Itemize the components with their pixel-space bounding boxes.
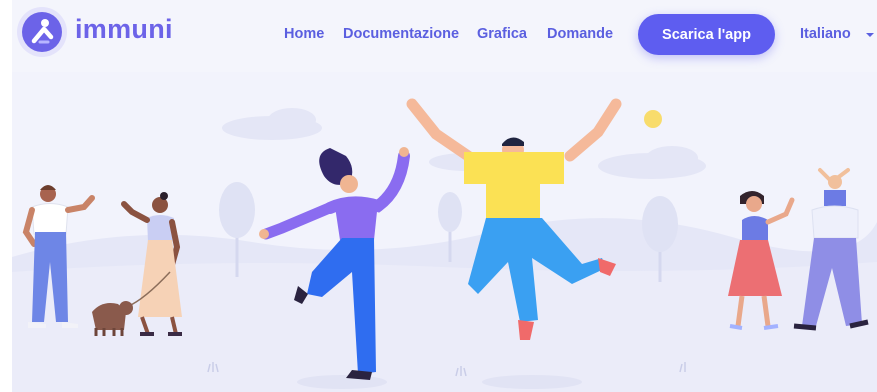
nav-link-documentazione[interactable]: Documentazione: [343, 26, 459, 42]
nav-link-home[interactable]: Home: [284, 26, 324, 42]
page-edge: [0, 0, 12, 392]
brand-name[interactable]: immuni: [75, 14, 173, 45]
nav-link-grafica[interactable]: Grafica: [477, 26, 527, 42]
immuni-logo-icon[interactable]: [16, 6, 68, 58]
language-selector[interactable]: Italiano: [800, 26, 851, 42]
sun: [644, 110, 662, 128]
nav-link-domande[interactable]: Domande: [547, 26, 613, 42]
download-app-button[interactable]: Scarica l'app: [638, 14, 775, 55]
hero-illustration: [12, 72, 877, 392]
site-header: immuni Home Documentazione Grafica Doman…: [12, 0, 877, 72]
caret-down-icon[interactable]: [864, 30, 876, 40]
